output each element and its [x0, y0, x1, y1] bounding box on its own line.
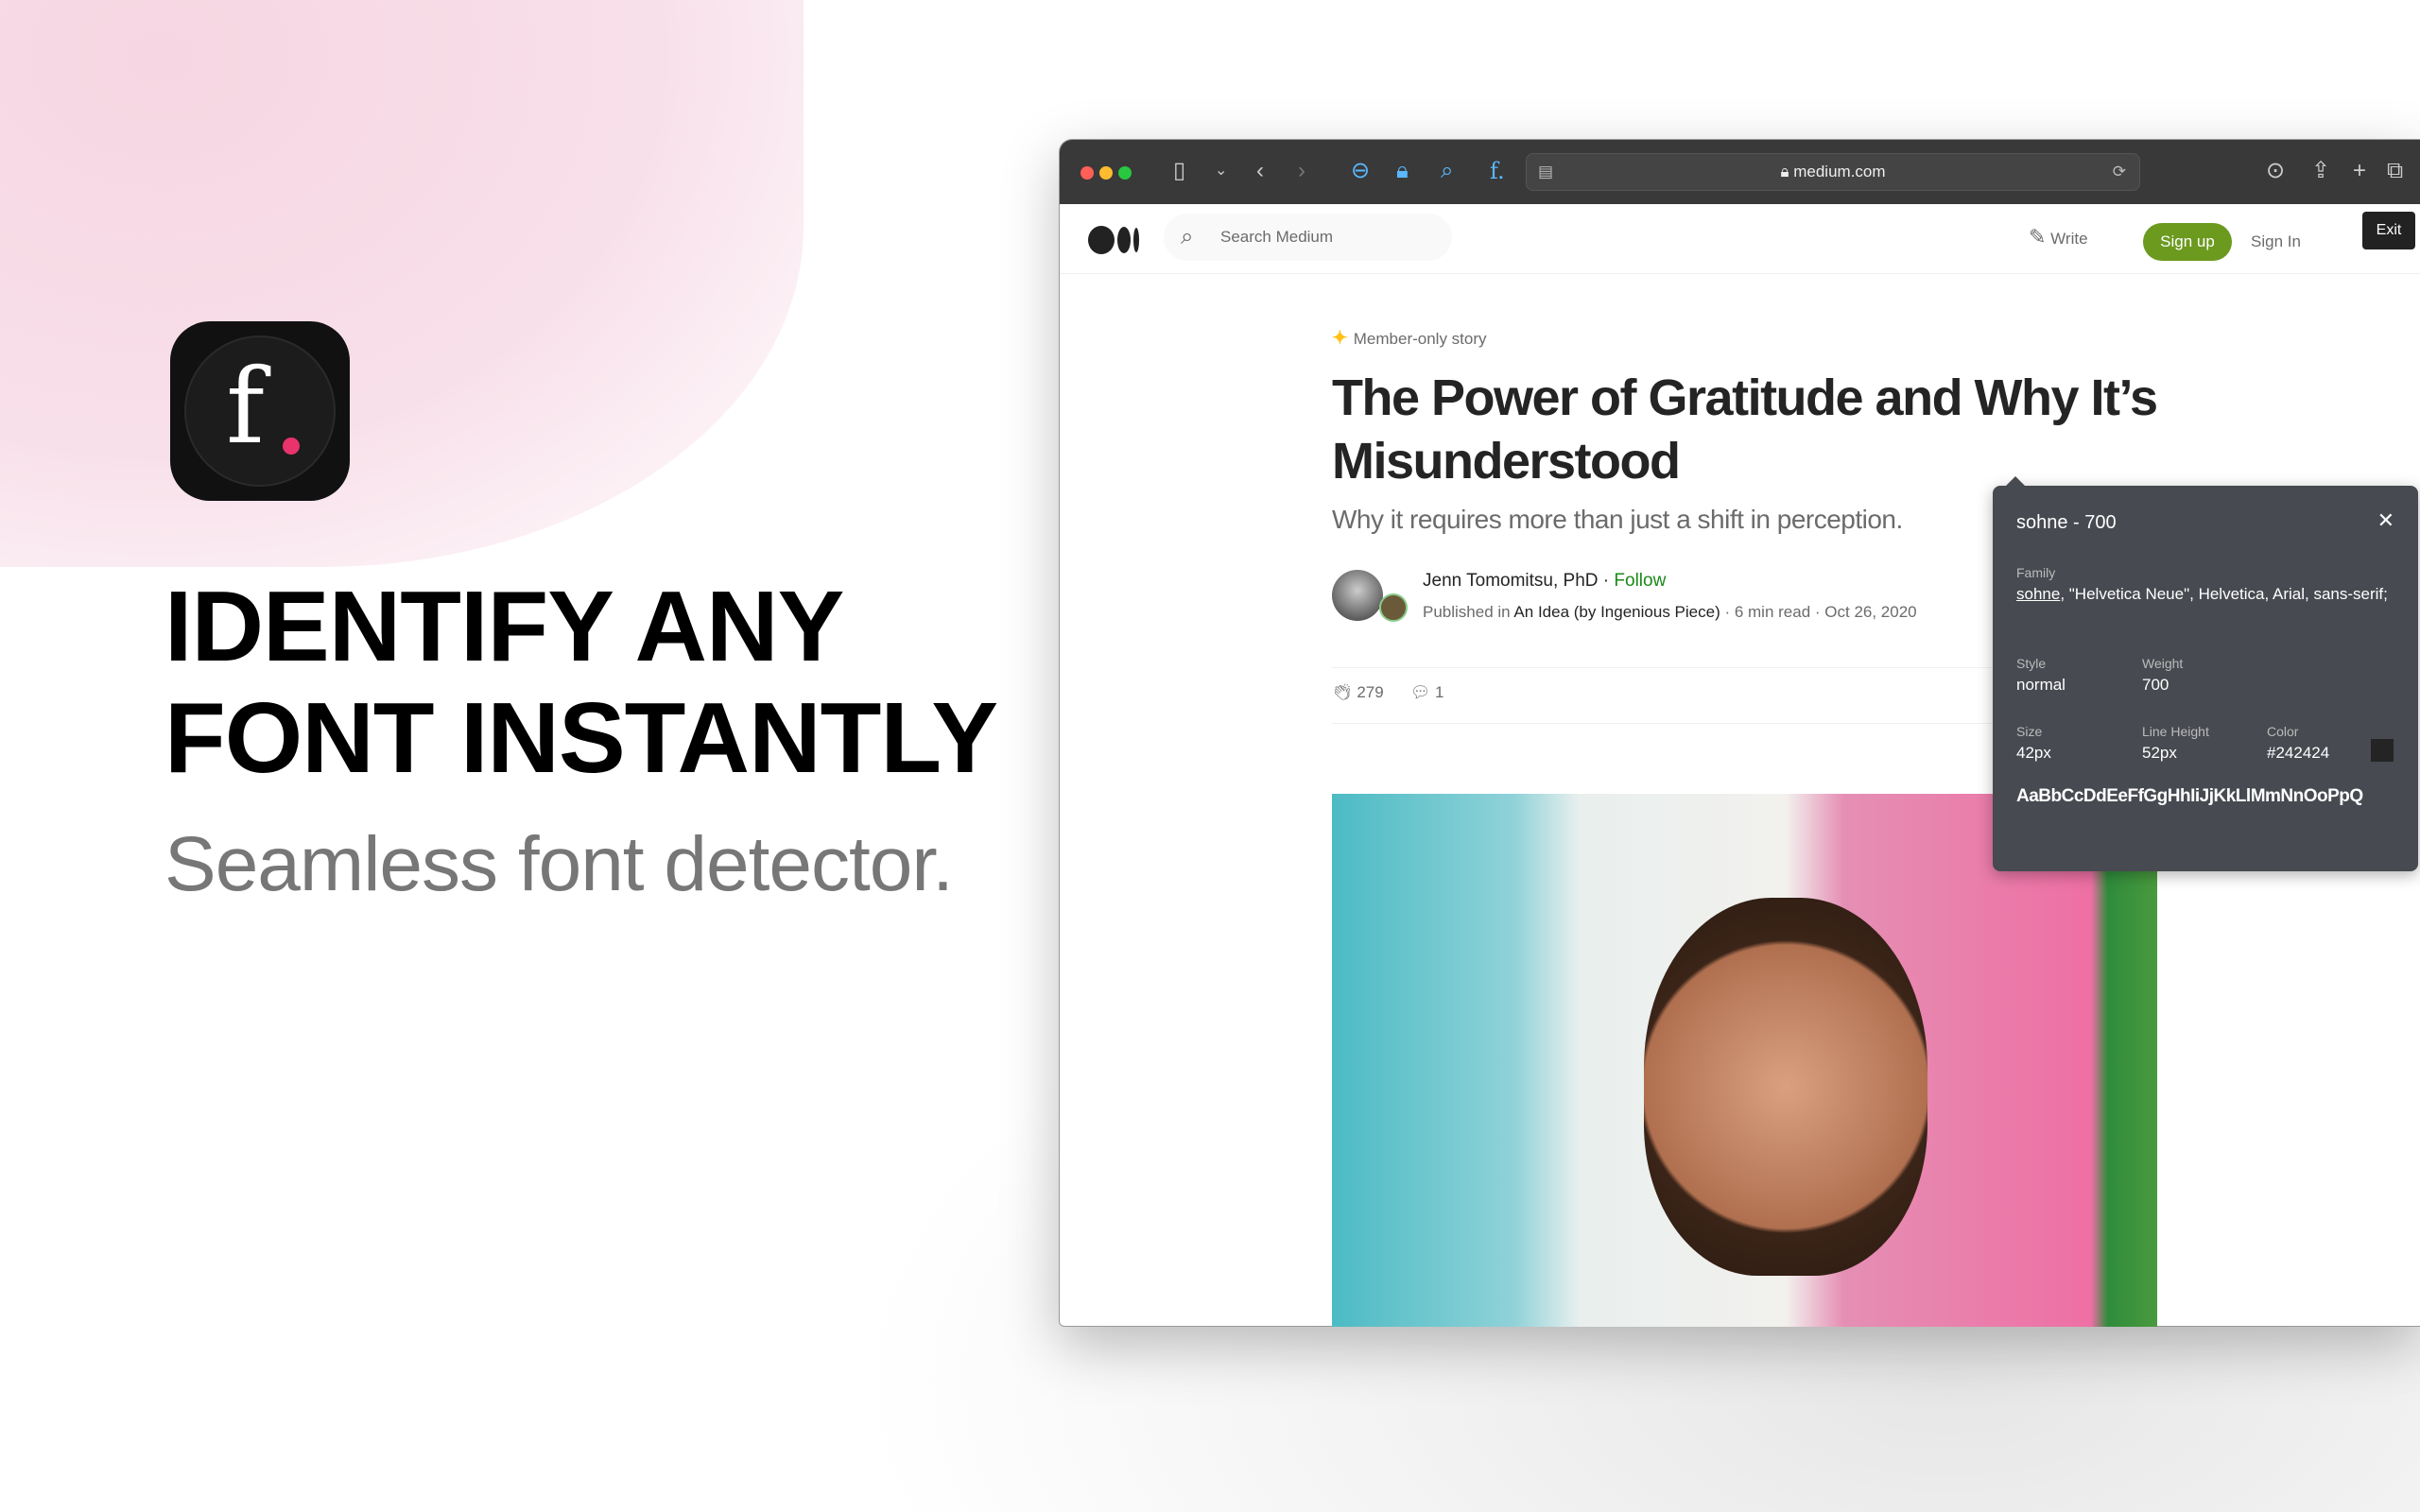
- exit-button[interactable]: Exit: [2362, 212, 2415, 249]
- sign-up-button[interactable]: Sign up: [2143, 223, 2232, 261]
- article-meta: Published in An Idea (by Ingenious Piece…: [1423, 603, 1917, 621]
- publish-date: Oct 26, 2020: [1824, 603, 1917, 621]
- lock-extension-icon[interactable]: 🔒︎: [1396, 157, 1409, 185]
- author-line: Jenn Tomomitsu, PhD · Follow: [1423, 571, 1667, 591]
- minimize-window-button[interactable]: [1099, 166, 1113, 180]
- family-value: sohne, "Helvetica Neue", Helvetica, Aria…: [2016, 584, 2394, 605]
- search-placeholder: Search Medium: [1220, 228, 1334, 246]
- headline-line-1: IDENTIFY ANY: [164, 571, 844, 682]
- font-info-popup: sohne - 700 ✕ Family sohne, "Helvetica N…: [1993, 476, 2418, 871]
- new-tab-icon[interactable]: +: [2353, 157, 2366, 185]
- engagement-bar: 👏︎ 279 💬︎ 1: [1332, 683, 1444, 702]
- headline: IDENTIFY ANY FONT INSTANTLY: [164, 571, 998, 794]
- url-text: medium.com: [1793, 163, 1886, 180]
- divider: [1332, 667, 1994, 668]
- close-popup-icon[interactable]: ✕: [2377, 508, 2394, 533]
- reader-icon[interactable]: ▤: [1538, 154, 1553, 190]
- size-value: 42px: [2016, 744, 2051, 762]
- zoom-window-button[interactable]: [1118, 166, 1132, 180]
- family-rest: , "Helvetica Neue", Helvetica, Arial, sa…: [2060, 585, 2388, 603]
- forward-icon[interactable]: ›: [1298, 157, 1305, 185]
- chevron-down-icon[interactable]: ⌄: [1215, 157, 1227, 185]
- member-only-label: ✦ Member-only story: [1332, 326, 1487, 350]
- write-button[interactable]: ✎ Write: [2029, 225, 2088, 249]
- font-heading: sohne - 700: [2016, 512, 2117, 533]
- author-avatar[interactable]: [1332, 570, 1383, 621]
- read-time: 6 min read: [1734, 603, 1811, 621]
- color-value: #242424: [2267, 744, 2330, 762]
- close-window-button[interactable]: [1080, 166, 1094, 180]
- publication-link[interactable]: An Idea (by Ingenious Piece): [1513, 603, 1720, 621]
- edit-icon: ✎: [2029, 225, 2047, 249]
- write-label: Write: [2050, 230, 2088, 248]
- star-icon: ✦: [1332, 328, 1348, 349]
- font-extension-icon[interactable]: f.: [1490, 157, 1505, 185]
- color-swatch: [2371, 739, 2394, 762]
- publication-avatar[interactable]: [1379, 593, 1408, 622]
- family-first-link[interactable]: sohne: [2016, 585, 2060, 603]
- tagline: Seamless font detector.: [164, 821, 954, 907]
- share-icon[interactable]: ⇪: [2311, 157, 2330, 185]
- back-icon[interactable]: ‹: [1256, 157, 1264, 185]
- published-in-label: Published in: [1423, 603, 1511, 621]
- style-value: normal: [2016, 676, 2066, 694]
- translate-reload-icon[interactable]: ⟳: [2113, 154, 2126, 190]
- app-icon-dot: [283, 438, 300, 455]
- article-hero-image: [1332, 794, 2157, 1327]
- search-icon: ⌕: [1181, 224, 1194, 249]
- medium-header: ⌕ Search Medium ✎ Write Sign up Sign In E…: [1060, 204, 2420, 274]
- member-text: Member-only story: [1353, 330, 1487, 348]
- browser-toolbar: ▯ ⌄ ‹ › ⊖ 🔒︎ ⌕ f. ▤ 🔒︎ medium.com ⟳ ⊙ ⇪ …: [1060, 140, 2420, 204]
- download-icon[interactable]: ⊙: [2266, 157, 2285, 185]
- extension-icon[interactable]: ⊖: [1351, 157, 1370, 185]
- comment-icon: 💬︎: [1409, 683, 1431, 701]
- headline-line-2: FONT INSTANTLY: [164, 682, 998, 794]
- size-label: Size: [2016, 724, 2043, 739]
- medium-logo[interactable]: [1088, 226, 1139, 254]
- zoom-extension-icon[interactable]: ⌕: [1441, 157, 1453, 185]
- tabs-overview-icon[interactable]: ⧉: [2387, 157, 2403, 185]
- clap-button[interactable]: 👏︎ 279: [1332, 683, 1384, 702]
- app-icon: f: [170, 321, 350, 501]
- search-input[interactable]: ⌕ Search Medium: [1164, 214, 1452, 261]
- author-name[interactable]: Jenn Tomomitsu, PhD: [1423, 571, 1599, 591]
- comment-count: 1: [1435, 683, 1444, 701]
- address-bar[interactable]: ▤ 🔒︎ medium.com ⟳: [1526, 153, 2140, 191]
- article-subtitle: Why it requires more than just a shift i…: [1332, 505, 1903, 534]
- weight-label: Weight: [2142, 656, 2184, 671]
- color-label: Color: [2267, 724, 2299, 739]
- sidebar-icon[interactable]: ▯: [1173, 157, 1185, 185]
- app-icon-letter: f: [226, 346, 265, 467]
- sign-in-link[interactable]: Sign In: [2251, 232, 2301, 251]
- line-height-value: 52px: [2142, 744, 2177, 762]
- font-sample: AaBbCcDdEeFfGgHhIiJjKkLlMmNnOoPpQ: [2016, 786, 2363, 806]
- follow-link[interactable]: Follow: [1614, 571, 1666, 591]
- divider: [1332, 723, 1994, 724]
- pink-background-blob: [0, 0, 804, 567]
- comment-button[interactable]: 💬︎ 1: [1410, 683, 1444, 702]
- style-label: Style: [2016, 656, 2047, 671]
- line-height-label: Line Height: [2142, 724, 2209, 739]
- lock-icon: 🔒︎: [1780, 163, 1794, 180]
- family-label: Family: [2016, 565, 2056, 580]
- article-title: The Power of Gratitude and Why It’s Misu…: [1332, 369, 2158, 490]
- weight-value: 700: [2142, 676, 2169, 694]
- woman-with-ice-cream: [1644, 898, 1927, 1276]
- clap-count: 279: [1357, 683, 1384, 701]
- clap-icon: 👏︎: [1332, 683, 1353, 701]
